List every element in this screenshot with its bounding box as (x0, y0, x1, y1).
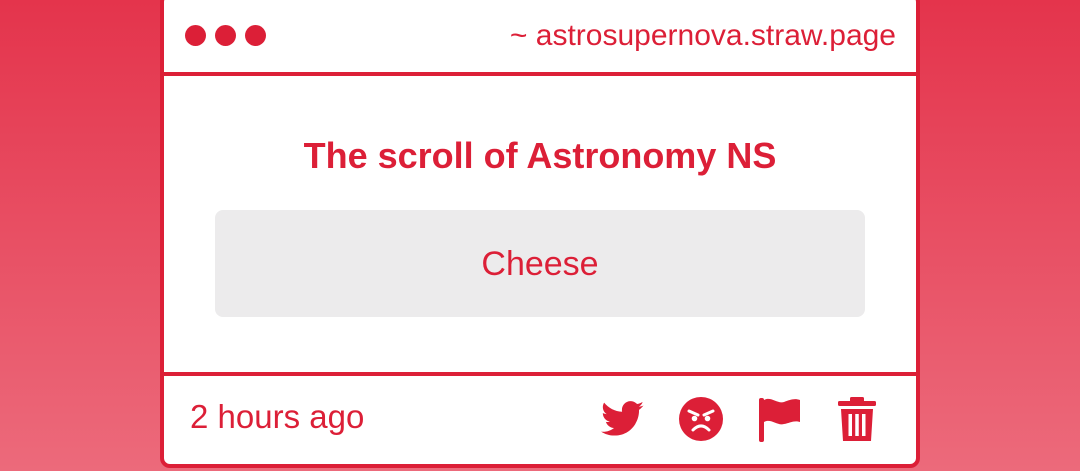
answer-box: Cheese (215, 210, 865, 317)
post-card: ~ astrosupernova.straw.page The scroll o… (160, 0, 920, 468)
share-twitter-button[interactable] (600, 396, 646, 442)
window-dot-icon (185, 25, 206, 46)
window-dot-icon (215, 25, 236, 46)
window-dot-icon (245, 25, 266, 46)
post-timestamp: 2 hours ago (190, 398, 365, 435)
angry-face-icon (679, 397, 723, 441)
report-flag-button[interactable] (756, 396, 802, 442)
page-url[interactable]: ~ astrosupernova.straw.page (510, 18, 896, 54)
post-actions (600, 396, 880, 442)
flag-icon (759, 398, 800, 442)
react-angry-button[interactable] (678, 396, 724, 442)
window-titlebar: ~ astrosupernova.straw.page (164, 0, 916, 76)
window-controls (185, 25, 266, 46)
post-title: The scroll of Astronomy NS (303, 135, 777, 176)
twitter-icon (601, 401, 644, 436)
trash-icon (838, 397, 876, 441)
post-content: The scroll of Astronomy NS Cheese (164, 76, 916, 370)
post-footer: 2 hours ago (164, 372, 916, 464)
delete-button[interactable] (834, 396, 880, 442)
answer-text: Cheese (481, 244, 599, 283)
